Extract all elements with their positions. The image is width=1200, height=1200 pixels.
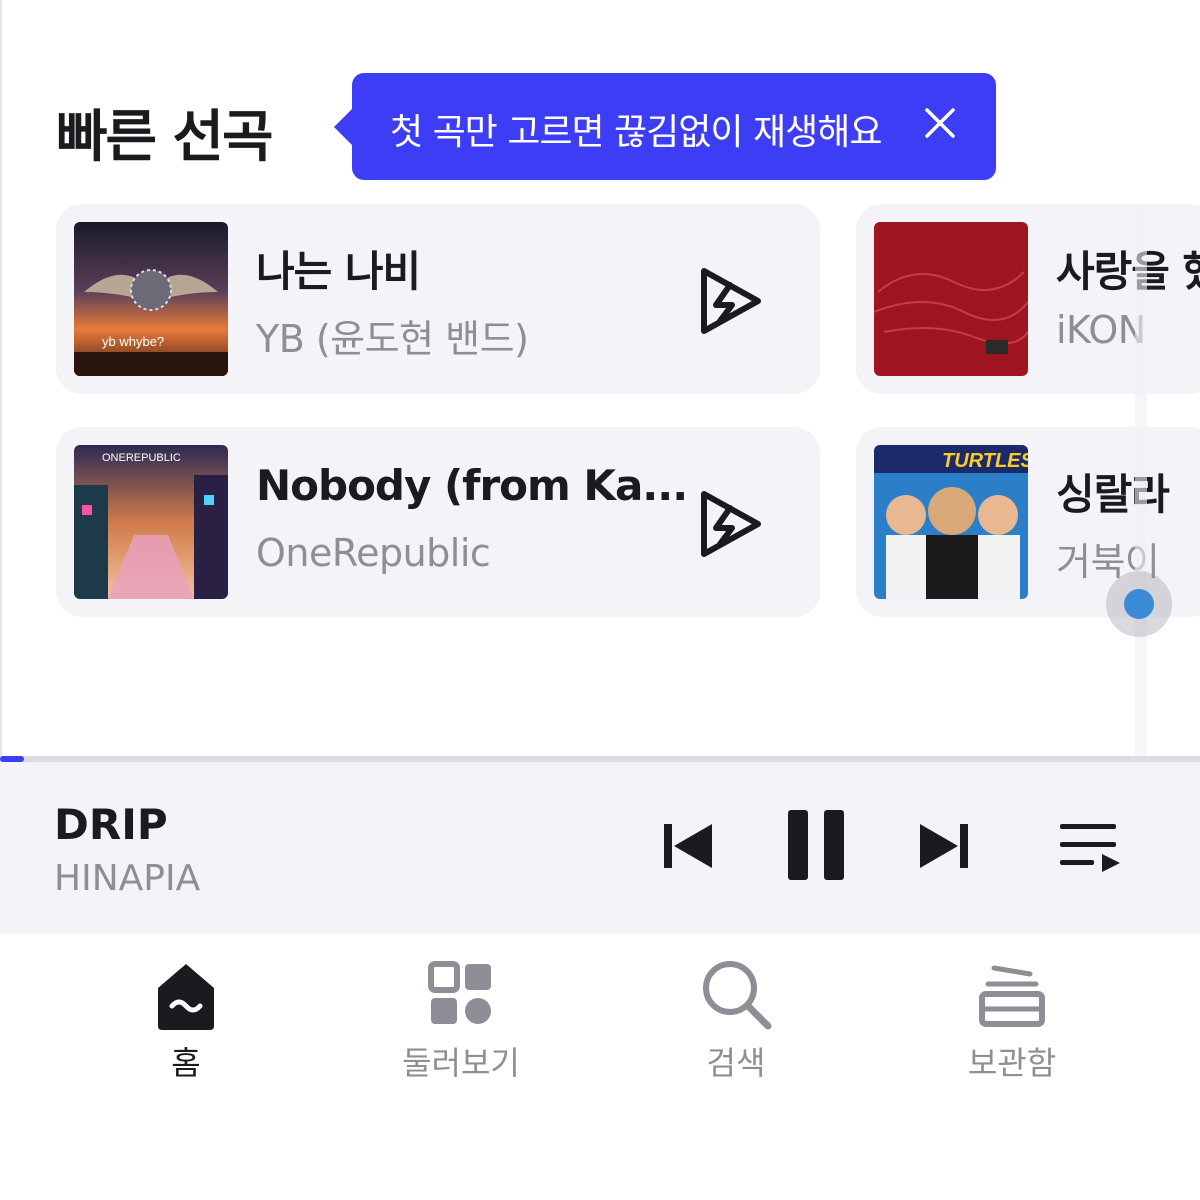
album-art-caption: TURTLES — [942, 450, 1028, 472]
song-title: Nobody (from Ka... — [256, 461, 688, 510]
song-artist: YB (윤도현 밴드) — [256, 317, 529, 361]
scroll-indicator[interactable] — [1106, 571, 1172, 637]
library-icon — [979, 965, 1045, 1027]
section-title: 빠른 선곡 — [56, 105, 274, 170]
quick-pick-card[interactable]: 사랑을 했 iKON — [856, 204, 1200, 394]
search-icon — [703, 961, 772, 1030]
album-art-caption: yb whybe? — [102, 334, 164, 349]
home-icon — [158, 964, 214, 1030]
nav-label: 둘러보기 — [402, 1044, 520, 1082]
play-next-icon[interactable] — [688, 259, 772, 343]
album-art — [874, 222, 1028, 376]
song-artist: iKON — [1056, 308, 1146, 352]
previous-icon[interactable] — [662, 820, 714, 872]
album-art: yb whybe? — [74, 222, 228, 376]
nav-label: 홈 — [171, 1044, 201, 1082]
song-title: 나는 나비 — [256, 247, 421, 296]
browse-icon — [428, 961, 491, 1024]
queue-icon[interactable] — [1058, 818, 1122, 878]
mini-player[interactable]: DRIP HINAPIA — [0, 762, 1200, 934]
now-playing-title: DRIP — [54, 800, 168, 849]
quick-pick-card[interactable]: yb whybe? 나는 나비 YB (윤도현 밴드) — [56, 204, 820, 394]
nav-label: 검색 — [706, 1044, 766, 1082]
nav-label: 보관함 — [967, 1044, 1057, 1082]
nav-item-search[interactable]: 검색 — [636, 934, 836, 1094]
nav-item-browse[interactable]: 둘러보기 — [361, 934, 561, 1094]
bottom-navigation: 홈 둘러보기 검색 보관함 — [0, 934, 1200, 1200]
album-art: ONEREPUBLIC — [74, 445, 228, 599]
album-art: TURTLES — [874, 445, 1028, 599]
song-title: 싱랄라 — [1056, 470, 1170, 519]
tooltip-text: 첫 곡만 고르면 끊김없이 재생해요 — [390, 112, 882, 153]
now-playing-artist: HINAPIA — [54, 858, 201, 899]
next-icon[interactable] — [918, 820, 970, 872]
nav-item-home[interactable]: 홈 — [86, 934, 286, 1094]
nav-item-library[interactable]: 보관함 — [912, 934, 1112, 1094]
album-art-caption: ONEREPUBLIC — [102, 452, 181, 464]
close-icon[interactable] — [918, 101, 962, 145]
play-next-icon[interactable] — [688, 482, 772, 566]
song-title: 사랑을 했 — [1056, 247, 1200, 296]
pause-icon[interactable] — [786, 808, 846, 882]
onboarding-tooltip: 첫 곡만 고르면 끊김없이 재생해요 — [334, 73, 996, 180]
song-artist: OneRepublic — [256, 531, 491, 575]
quick-pick-card[interactable]: ONEREPUBLIC Nobody (from Ka... OneRepubl… — [56, 427, 820, 617]
